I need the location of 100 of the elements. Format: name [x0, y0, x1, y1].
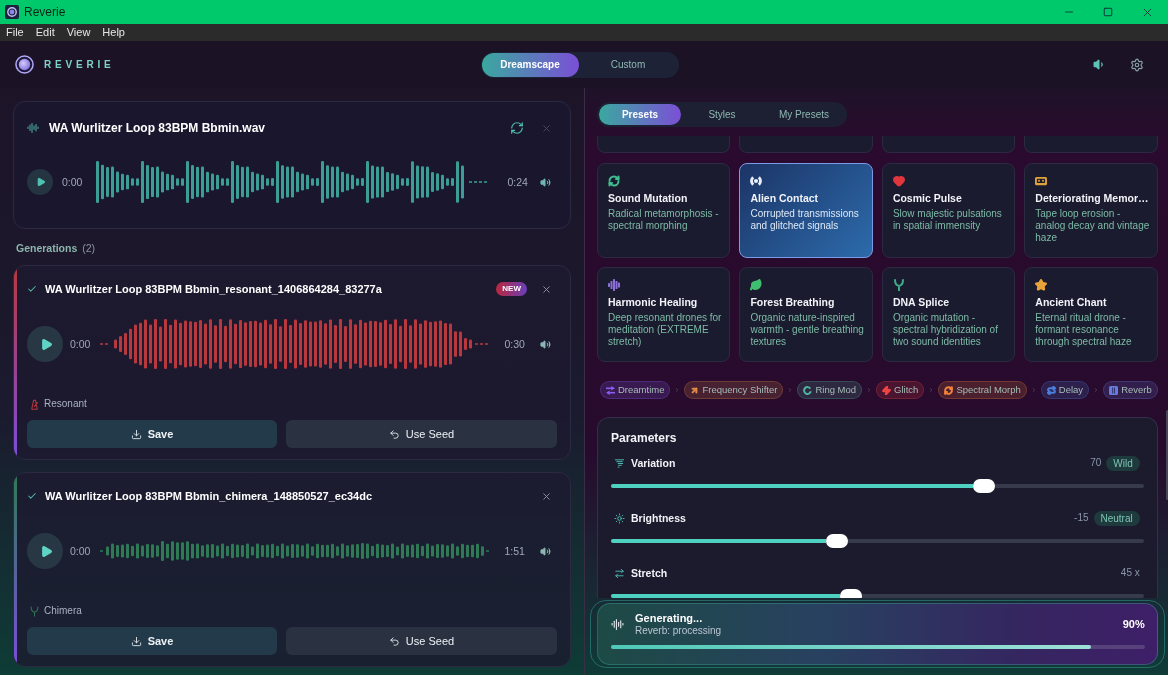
close-icon[interactable]	[541, 490, 552, 502]
chevron-icon	[1030, 387, 1037, 393]
menu-item[interactable]: Help	[102, 27, 125, 38]
metronome-icon	[30, 398, 39, 410]
volume-icon[interactable]	[540, 176, 551, 188]
refresh-icon[interactable]	[510, 121, 524, 135]
chevron-icon	[674, 387, 681, 393]
check-icon	[27, 284, 37, 294]
save-button[interactable]: Save	[27, 420, 277, 448]
file-name: WA Wurlitzer Loop 83BPM Bbmin.wav	[49, 122, 266, 134]
play-icon	[35, 177, 46, 187]
logo-icon	[15, 55, 34, 74]
preset-description: Corrupted transmissions and glitched signals	[750, 208, 860, 232]
tornado-icon	[614, 457, 625, 469]
preset-title: Ancient Chant	[1035, 296, 1107, 309]
current-time: 0:00	[70, 338, 91, 350]
mode-tab[interactable]: Dreamscape	[481, 52, 579, 77]
preset-description: Radical metamorphosis - spectral morphing	[608, 208, 720, 232]
preset-card[interactable]: Cosmic Pulse Slow majestic pulsations in spatial immensity	[881, 163, 1016, 258]
use-seed-button[interactable]: Use Seed	[286, 627, 557, 655]
preset-card[interactable]: Sound Mutation Radical metamorphosis - spectral morphing	[597, 163, 731, 258]
section-title: Generations	[16, 242, 78, 254]
preset-card[interactable]: Forest Breathing Organic nature-inspired warmth - gentle breathing textures	[739, 267, 873, 362]
effect-chip[interactable]: Ring Mod	[797, 381, 863, 399]
preset-title: Cosmic Pulse	[892, 192, 962, 205]
parameter-value: 70	[1090, 458, 1102, 468]
panel-tab[interactable]: Presets	[599, 104, 681, 125]
preset-title: DNA Splice	[892, 296, 950, 309]
preset-title: Forest Breathing	[750, 296, 835, 309]
current-time: 0:00	[70, 545, 91, 557]
value-tag: Neutral	[1093, 510, 1140, 526]
preset-title: Harmonic Healing	[608, 296, 698, 309]
preset-card[interactable]: Alien Contact Corrupted transmissions and glitched signals	[739, 163, 873, 258]
value-tag: Wild	[1106, 455, 1140, 471]
parameter-value: -15	[1074, 513, 1089, 523]
download-icon	[130, 428, 142, 440]
effect-chip[interactable]: Frequency Shifter	[684, 381, 784, 399]
play-icon	[39, 337, 53, 351]
duration: 0:30	[504, 338, 525, 350]
save-button[interactable]: Save	[27, 627, 277, 655]
sun-icon	[614, 512, 625, 524]
chevron-icon	[928, 387, 935, 393]
app-logo-text: REVERIE	[44, 59, 115, 70]
panel-tab[interactable]: My Presets	[763, 104, 845, 125]
preset-description: Organic nature-inspired warmth - gentle breathing textures	[750, 312, 865, 348]
progress-percent: 90%	[1122, 618, 1145, 630]
preset-description: Tape loop erosion - analog decay and vintage haze	[1035, 208, 1151, 244]
scrollbar-thumb[interactable]	[1165, 410, 1168, 500]
preset-card[interactable]: Harmonic Healing Deep resonant drones for meditation (EXTREME stretch)	[597, 267, 731, 362]
parameter-value: 45 x	[1120, 568, 1140, 578]
effect-chip[interactable]: Dreamtime	[600, 381, 671, 399]
parameter-label: Brightness	[631, 512, 686, 524]
play-icon	[39, 544, 53, 558]
use-seed-button[interactable]: Use Seed	[286, 420, 557, 448]
style-label: Chimera	[44, 606, 82, 616]
settings-icon[interactable]	[1130, 57, 1144, 72]
preset-title: Alien Contact	[750, 192, 819, 205]
parameter-label: Variation	[631, 457, 676, 469]
play-button[interactable]	[27, 533, 63, 569]
status-title: Generating...	[635, 611, 704, 625]
menu-item[interactable]: Edit	[35, 27, 55, 38]
chevron-icon	[787, 387, 794, 393]
current-time: 0:00	[62, 176, 83, 188]
download-icon	[130, 635, 142, 647]
undo-icon	[388, 635, 400, 647]
menu-item[interactable]: View	[66, 27, 91, 38]
menu-item[interactable]: File	[6, 27, 24, 38]
fork-icon	[30, 605, 39, 617]
mode-tab[interactable]: Custom	[578, 52, 678, 77]
style-label: Resonant	[44, 399, 87, 409]
maximize-icon[interactable]	[1103, 7, 1113, 17]
check-icon	[27, 491, 37, 501]
preset-description: Organic mutation - spectral hybridization of two sound identities	[892, 312, 999, 348]
play-button[interactable]	[27, 326, 63, 362]
status-badge: NEW	[496, 282, 527, 296]
effect-chip[interactable]: Reverb	[1103, 381, 1158, 399]
generation-count: (2)	[82, 242, 96, 254]
play-button[interactable]	[27, 169, 53, 195]
volume-icon[interactable]	[540, 338, 551, 350]
file-name: WA Wurlitzer Loop 83BPM Bbmin_chimera_148850527_ec34dc	[45, 490, 373, 502]
preset-title: Sound Mutation	[608, 192, 688, 205]
slider-thumb[interactable]	[826, 534, 849, 548]
parameter-label: Stretch	[631, 567, 668, 579]
section-title: Parameters	[611, 431, 678, 445]
chevron-icon	[1093, 387, 1100, 393]
close-icon[interactable]	[541, 283, 552, 295]
preset-card[interactable]: DNA Splice Organic mutation - spectral hybridization of two sound identities	[881, 267, 1016, 362]
preset-description: Eternal ritual drone - formant resonance through spectral haze	[1035, 312, 1133, 348]
preset-title: Deteriorating Memor…	[1035, 192, 1149, 205]
effect-chip[interactable]: Delay	[1040, 381, 1090, 399]
slider-thumb[interactable]	[972, 479, 995, 493]
volume-icon[interactable]	[1093, 58, 1106, 71]
effect-chip[interactable]: Glitch	[876, 381, 925, 399]
effect-chip[interactable]: Spectral Morph	[938, 381, 1027, 399]
preset-description: Slow majestic pulsations in spatial immensity	[892, 208, 1003, 232]
preset-card[interactable]: Ancient Chant Eternal ritual drone - formant resonance through spectral haze	[1024, 267, 1158, 362]
undo-icon	[388, 428, 400, 440]
panel-tab[interactable]: Styles	[681, 104, 763, 125]
preset-card[interactable]: Deteriorating Memor… Tape loop erosion - analog decay and vintage haze	[1024, 163, 1158, 258]
volume-icon[interactable]	[540, 545, 551, 557]
